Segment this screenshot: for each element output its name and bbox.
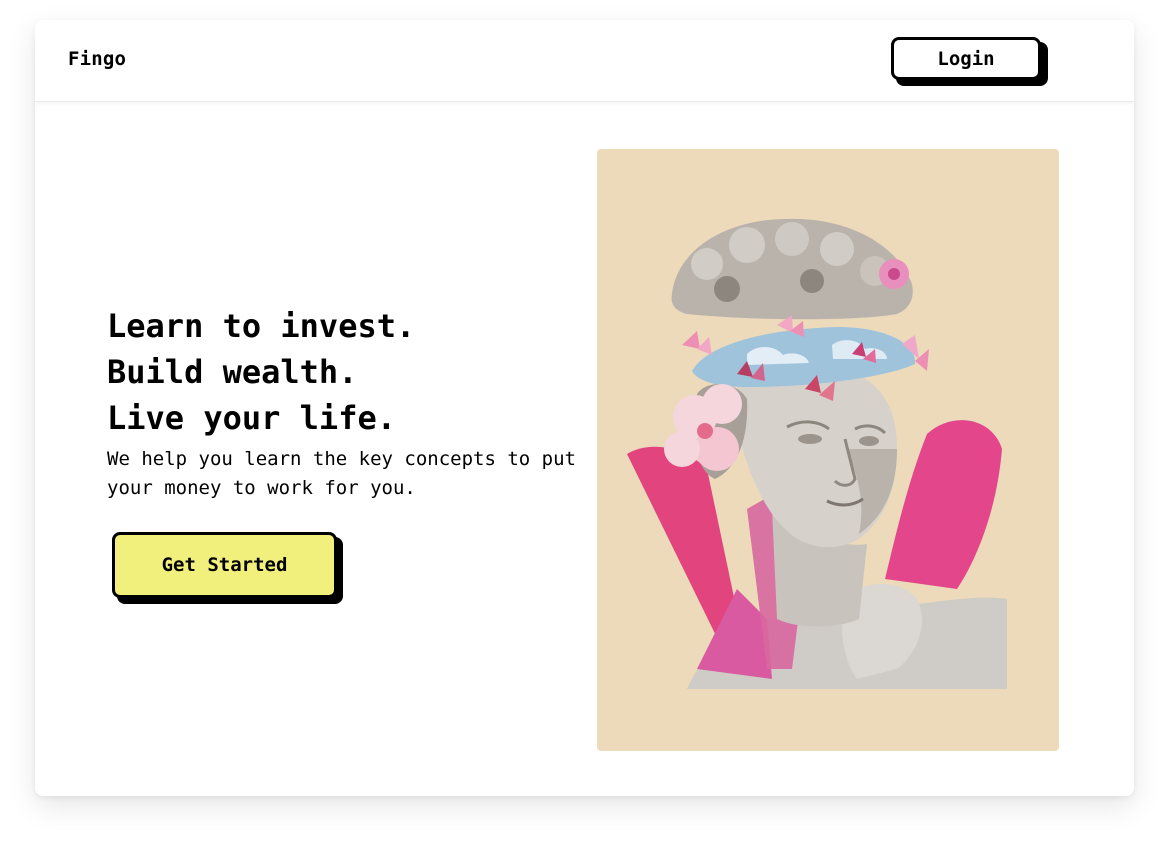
- hair-curl-2: [729, 227, 765, 263]
- login-button[interactable]: Login: [891, 37, 1041, 80]
- headline-line-2: Build wealth.: [107, 353, 358, 391]
- hair-curl-6: [714, 276, 740, 302]
- login-button-wrapper: Login: [891, 37, 1048, 86]
- butterfly-icon-1: [682, 331, 712, 355]
- hero-illustration: [597, 149, 1059, 751]
- top-navbar: Fingo Login: [35, 20, 1134, 102]
- hero-headline: Learn to invest. Build wealth. Live your…: [107, 303, 577, 441]
- brand-logo[interactable]: Fingo: [68, 48, 126, 70]
- hair-curl-4: [820, 232, 854, 266]
- statue-collage-illustration: [627, 218, 1007, 689]
- statue-eye-left: [798, 434, 822, 444]
- hero-copy: Learn to invest. Build wealth. Live your…: [107, 303, 577, 503]
- headline-line-3: Live your life.: [107, 399, 396, 437]
- app-window: Fingo Login Learn to invest. Build wealt…: [35, 20, 1134, 796]
- statue-eye-right: [859, 436, 879, 446]
- get-started-button[interactable]: Get Started: [112, 532, 337, 598]
- hair-curl-3: [775, 222, 809, 256]
- pink-brush-stroke-right: [885, 420, 1002, 589]
- headline-line-1: Learn to invest.: [107, 307, 416, 345]
- hair-curl-7: [800, 269, 824, 293]
- hero-subtext: We help you learn the key concepts to pu…: [107, 448, 576, 499]
- hair-curl-1: [691, 248, 723, 280]
- get-started-button-wrapper: Get Started: [112, 532, 343, 604]
- rose-center: [888, 268, 900, 280]
